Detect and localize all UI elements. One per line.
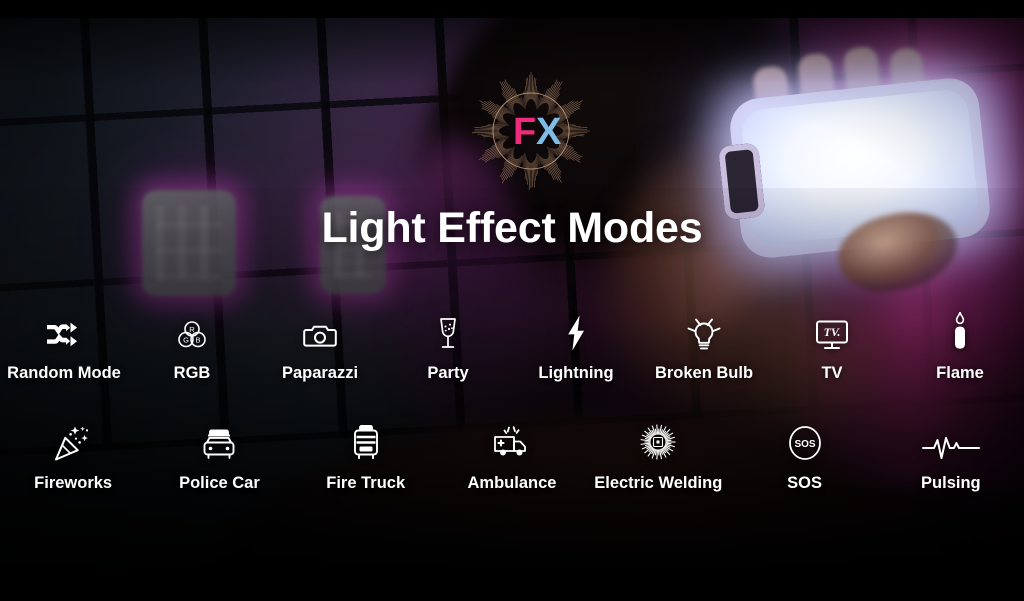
mode-label: Broken Bulb (654, 364, 754, 382)
mode-item-party[interactable]: Party (384, 312, 512, 383)
rgb-letter-r: R (189, 325, 195, 334)
mode-item-ambulance[interactable]: Ambulance (439, 422, 585, 493)
mode-item-electric-welding[interactable]: Electric Welding (585, 422, 731, 493)
mode-label: Random Mode (7, 364, 121, 382)
fx-badge: F X (472, 72, 590, 190)
sos-circle-icon: SOS (786, 422, 824, 462)
letterbox-bar-top (0, 0, 1024, 18)
banner-content: F X Light Effect Modes Random Mode R G B… (0, 0, 1024, 601)
mode-item-tv[interactable]: TV. TV (768, 312, 896, 383)
sos-label: SOS (794, 439, 815, 450)
mode-item-flame[interactable]: Flame (896, 312, 1024, 383)
mode-label: Party (427, 364, 469, 382)
mode-item-sos[interactable]: SOS SOS (731, 422, 877, 493)
ambulance-icon (491, 422, 533, 462)
fire-truck-icon (349, 422, 383, 462)
mode-label: Fireworks (34, 474, 113, 492)
party-popper-icon (53, 422, 93, 462)
tv-icon: TV. (814, 312, 850, 352)
mode-label: Flame (936, 364, 984, 382)
mode-item-police-car[interactable]: Police Car (146, 422, 292, 493)
promo-banner: F X Light Effect Modes Random Mode R G B… (0, 0, 1024, 601)
mode-row-1: Random Mode R G B RGB Paparazzi Party Li… (0, 312, 1024, 383)
wine-glass-icon (434, 312, 462, 352)
camera-icon (302, 312, 338, 352)
fx-badge-letter-f: F (513, 111, 536, 153)
rgb-circles-icon: R G B (175, 312, 209, 352)
mode-label: RGB (173, 364, 211, 382)
mode-item-rgb[interactable]: R G B RGB (128, 312, 256, 383)
mode-label: Police Car (179, 474, 260, 492)
mode-label: Paparazzi (281, 364, 359, 382)
mode-label: Lightning (538, 364, 614, 382)
rgb-letter-g: G (183, 336, 189, 345)
page-title: Light Effect Modes (321, 204, 703, 252)
heartbeat-icon (921, 422, 980, 462)
police-car-icon (199, 422, 239, 462)
mode-label: TV (821, 364, 843, 382)
shuffle-icon (44, 312, 84, 352)
mode-item-fireworks[interactable]: Fireworks (0, 422, 146, 493)
lightning-bolt-icon (564, 312, 588, 352)
mode-item-broken-bulb[interactable]: Broken Bulb (640, 312, 768, 383)
letterbox-bar-bottom (0, 568, 1024, 601)
mode-row-2: Fireworks Police Car Fire Truck Ambulanc… (0, 422, 1024, 493)
mode-item-fire-truck[interactable]: Fire Truck (293, 422, 439, 493)
mode-label: SOS (787, 474, 822, 492)
mode-label: Fire Truck (326, 474, 406, 492)
broken-bulb-icon (685, 312, 723, 352)
candle-flame-icon (948, 312, 972, 352)
mode-item-random-mode[interactable]: Random Mode (0, 312, 128, 383)
mode-item-pulsing[interactable]: Pulsing (878, 422, 1024, 493)
mode-label: Electric Welding (594, 474, 723, 492)
mode-item-paparazzi[interactable]: Paparazzi (256, 312, 384, 383)
fx-badge-letter-x: X (536, 111, 562, 153)
welding-spark-icon (638, 422, 678, 462)
mode-item-lightning[interactable]: Lightning (512, 312, 640, 383)
rgb-letter-b: B (195, 336, 200, 345)
mode-label: Pulsing (921, 474, 981, 492)
mode-label: Ambulance (467, 474, 557, 492)
tv-screen-label: TV. (824, 325, 841, 339)
